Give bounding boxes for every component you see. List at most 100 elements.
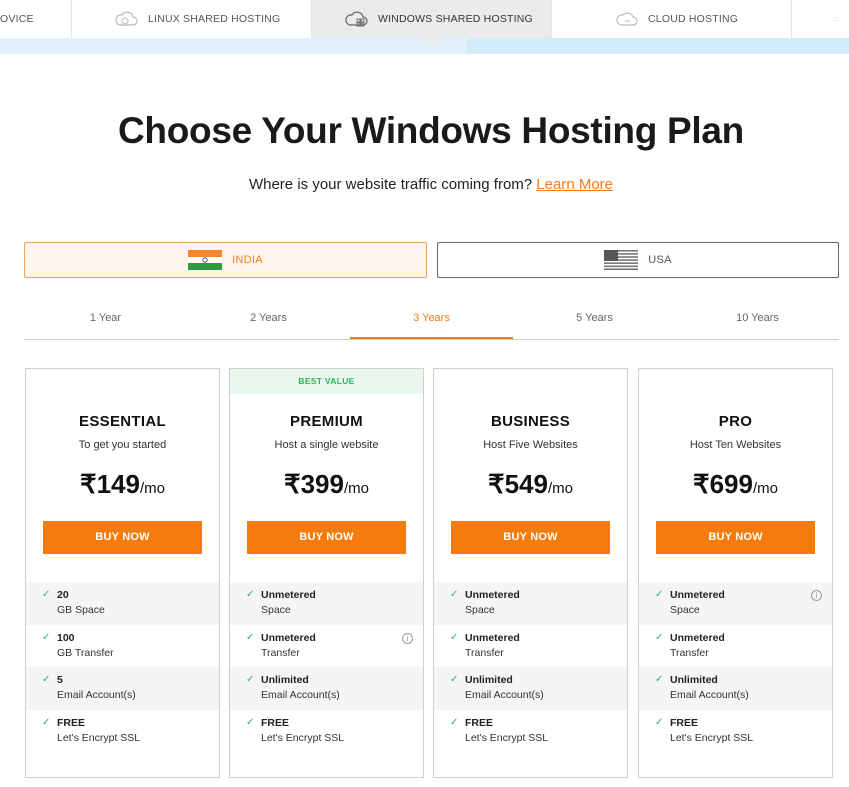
info-icon[interactable]: i [811,590,822,601]
country-india-button[interactable]: INDIA [24,242,427,278]
check-icon: ✓ [42,589,51,600]
country-label: INDIA [232,254,263,266]
page-title: Choose Your Windows Hosting Plan [118,110,744,151]
plan-card-premium: BEST VALUE PREMIUM Host a single website… [229,368,424,778]
active-tab-caret [426,38,442,46]
feature-email: ✓ Unlimited Email Account(s) [639,667,832,710]
country-usa-button[interactable]: USA [437,242,839,278]
feature-ssl: ✓ FREE Let's Encrypt SSL [230,710,423,753]
feature-label: Space [465,604,495,616]
price-amount: ₹549 [488,469,548,499]
cloud-icon [115,11,138,26]
feature-space: ✓ 20 GB Space [26,582,219,625]
term-tab-3-years[interactable]: 3 Years [350,308,513,339]
feature-value: FREE [465,717,494,729]
plan-description: Host Five Websites [483,439,578,451]
info-icon[interactable]: i [402,633,413,644]
term-tab-10-years[interactable]: 10 Years [676,308,839,339]
feature-space: ✓ Unmetered Space i [639,582,832,625]
check-icon: ✓ [246,717,255,728]
tab-more[interactable] [792,0,849,38]
plan-name: PRO [718,413,753,430]
check-icon: ✓ [655,632,664,643]
feature-value: 20 [57,589,69,601]
check-icon: ✓ [450,674,459,685]
check-icon: ✓ [450,589,459,600]
buy-now-button[interactable]: BUY NOW [43,521,202,554]
feature-value: Unlimited [670,674,718,686]
term-tab-1-year[interactable]: 1 Year [24,308,187,339]
feature-value: Unmetered [465,589,520,601]
feature-email: ✓ Unlimited Email Account(s) [230,667,423,710]
tab-linux-shared-hosting[interactable]: LINUX SHARED HOSTING [72,0,312,38]
feature-label: Email Account(s) [670,689,749,701]
feature-label: Space [261,604,291,616]
buy-now-button[interactable]: BUY NOW [656,521,815,554]
header-strip [0,38,849,54]
check-icon: ✓ [655,589,664,600]
feature-value: FREE [261,717,290,729]
price-period: /mo [343,480,369,497]
tab-label: LINUX SHARED HOSTING [148,13,281,25]
feature-label: GB Space [57,604,105,616]
buy-now-button[interactable]: BUY NOW [451,521,610,554]
feature-value: Unmetered [670,589,725,601]
term-tab-2-years[interactable]: 2 Years [187,308,350,339]
price-amount: ₹399 [284,469,344,499]
india-flag-icon [188,250,223,270]
check-icon: ✓ [246,632,255,643]
feature-label: Let's Encrypt SSL [465,732,549,744]
feature-label: Let's Encrypt SSL [57,732,141,744]
feature-email: ✓ Unlimited Email Account(s) [434,667,627,710]
feature-space: ✓ Unmetered Space [434,582,627,625]
price-period: /mo [547,480,573,497]
check-icon: ✓ [655,717,664,728]
check-icon: ✓ [42,632,51,643]
tab-cloud-hosting[interactable]: CLOUD HOSTING [552,0,792,38]
usa-flag-icon [604,250,639,270]
feature-space: ✓ Unmetered Space [230,582,423,625]
check-icon: ✓ [450,717,459,728]
check-icon: ✓ [655,674,664,685]
plan-name: ESSENTIAL [79,413,166,430]
check-icon: ✓ [42,674,51,685]
check-icon: ✓ [450,632,459,643]
feature-label: Transfer [465,647,504,659]
feature-value: FREE [57,717,86,729]
feature-value: Unmetered [465,632,520,644]
check-icon: ✓ [246,589,255,600]
feature-value: Unlimited [465,674,513,686]
feature-ssl: ✓ FREE Let's Encrypt SSL [434,710,627,753]
tab-device[interactable]: OVICE [0,0,72,38]
feature-label: Email Account(s) [261,689,340,701]
country-label: USA [648,254,672,266]
plan-description: To get you started [78,439,167,451]
best-value-ribbon: BEST VALUE [230,369,423,394]
tab-label: OVICE [0,13,34,25]
feature-transfer: ✓ 100 GB Transfer [26,625,219,668]
plan-card-business: BUSINESS Host Five Websites ₹549/mo BUY … [433,368,628,778]
plan-card-essential: ESSENTIAL To get you started ₹149/mo BUY… [25,368,220,778]
feature-label: Let's Encrypt SSL [670,732,754,744]
feature-value: FREE [670,717,699,729]
price-amount: ₹149 [80,469,140,499]
tab-label: WINDOWS SHARED HOSTING [378,13,533,25]
feature-ssl: ✓ FREE Let's Encrypt SSL [26,710,219,753]
plan-price: ₹399/mo [230,469,423,500]
feature-label: Space [670,604,700,616]
term-tab-5-years[interactable]: 5 Years [513,308,676,339]
feature-label: Email Account(s) [57,689,136,701]
feature-transfer: ✓ Unmetered Transfer i [230,625,423,668]
plan-price: ₹549/mo [434,469,627,500]
cloud-icon [834,17,839,21]
feature-transfer: ✓ Unmetered Transfer [639,625,832,668]
hosting-type-tabs: OVICE LINUX SHARED HOSTING WINDOWS SHARE… [0,0,849,38]
check-icon: ✓ [246,674,255,685]
price-period: /mo [752,480,778,497]
feature-value: Unmetered [261,589,316,601]
buy-now-button[interactable]: BUY NOW [247,521,406,554]
plan-name: PREMIUM [290,413,363,430]
term-tabs: 1 Year 2 Years 3 Years 5 Years 10 Years [24,308,839,340]
tab-windows-shared-hosting[interactable]: WINDOWS SHARED HOSTING [312,0,552,38]
learn-more-link[interactable]: Learn More [536,176,613,193]
